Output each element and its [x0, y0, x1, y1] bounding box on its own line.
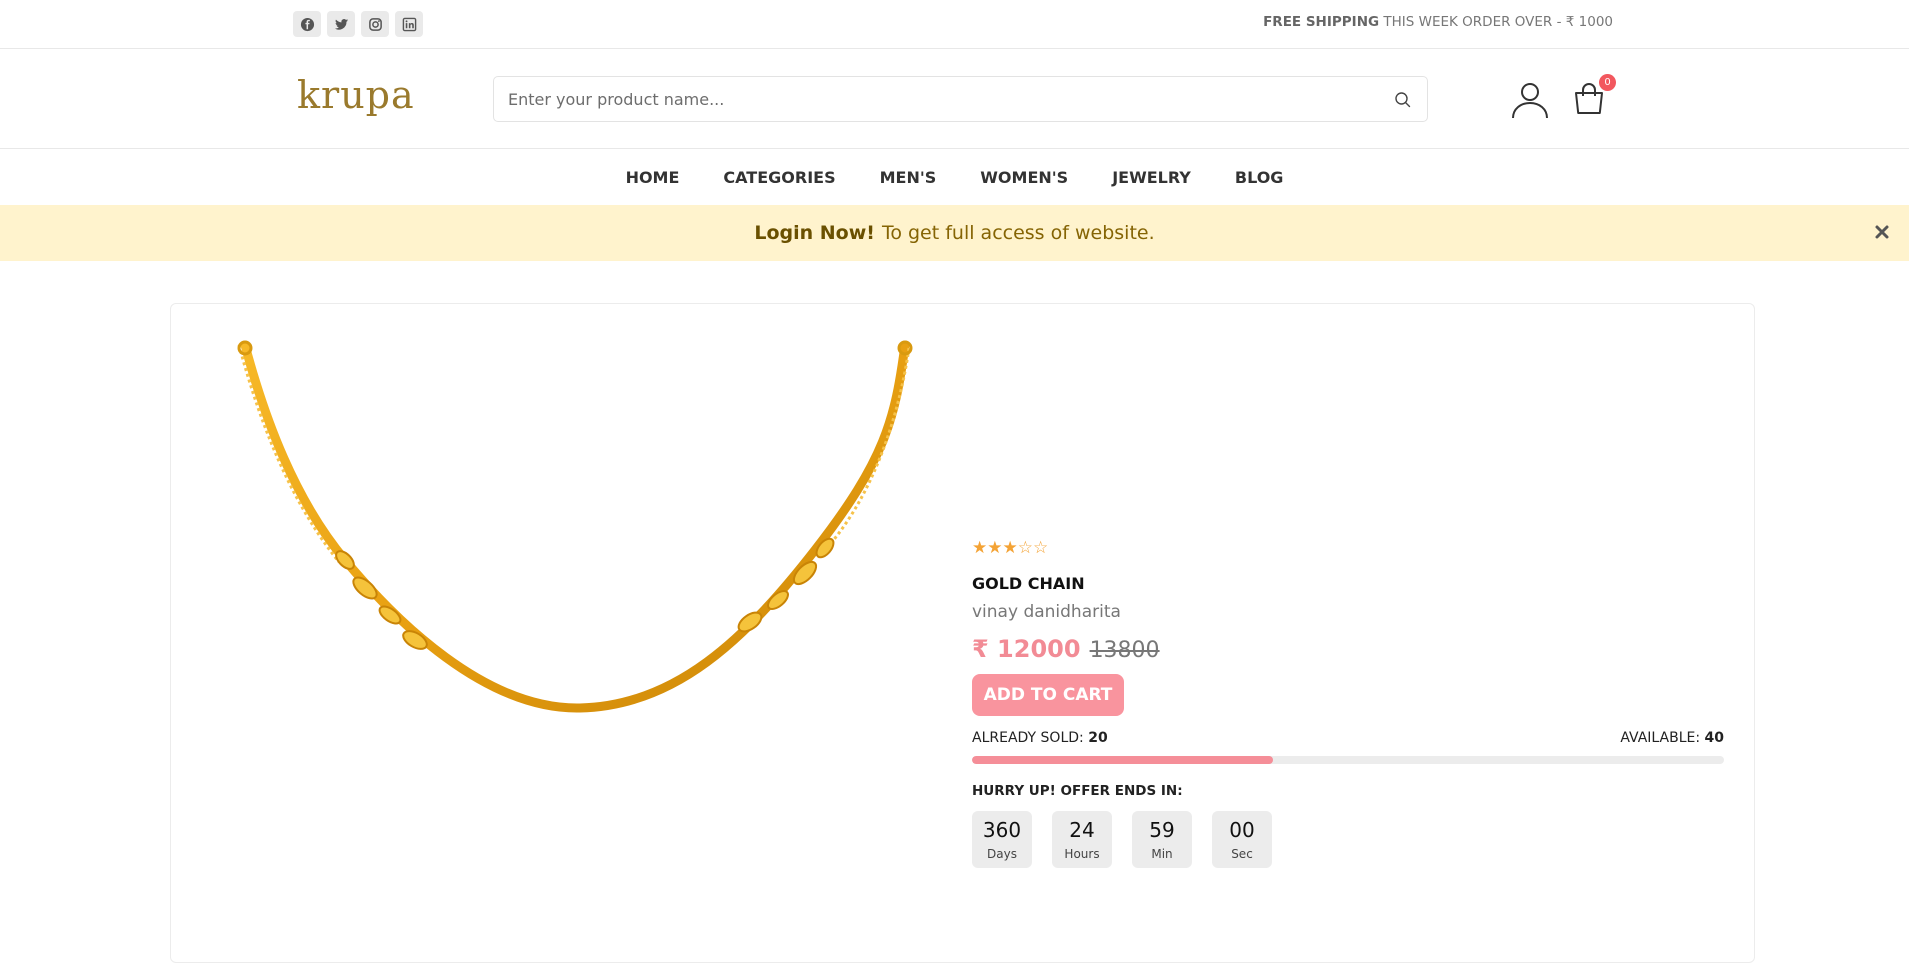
alert-text: To get full access of website.: [881, 222, 1155, 244]
social-links: [293, 11, 423, 37]
available-count: 40: [1704, 730, 1724, 746]
shipping-bold: FREE SHIPPING: [1263, 14, 1380, 30]
timer-sec-label: Sec: [1231, 847, 1253, 861]
facebook-icon[interactable]: [293, 11, 321, 37]
timer-days-value: 360: [982, 818, 1022, 842]
add-to-cart-button[interactable]: ADD TO CART: [972, 674, 1124, 716]
timer-min: 59 Min: [1132, 811, 1192, 868]
logo[interactable]: krupa: [297, 73, 415, 117]
old-price: 13800: [1089, 638, 1160, 663]
nav-item-mens[interactable]: MEN'S: [880, 168, 937, 187]
stock-row: ALREADY SOLD: 20 AVAILABLE: 40: [972, 730, 1724, 746]
linkedin-icon[interactable]: [395, 11, 423, 37]
timer-min-value: 59: [1149, 818, 1175, 842]
product-vendor: vinay danidharita: [972, 602, 1121, 622]
cart-count-badge: 0: [1599, 74, 1616, 91]
price-row: ₹ 12000 13800: [972, 635, 1724, 663]
nav-item-womens[interactable]: WOMEN'S: [980, 168, 1068, 187]
sold-label: ALREADY SOLD:: [972, 730, 1084, 746]
close-icon[interactable]: [1872, 222, 1892, 242]
login-alert: Login Now! To get full access of website…: [0, 205, 1909, 261]
sold-count: 20: [1088, 730, 1108, 746]
offer-heading: HURRY UP! OFFER ENDS IN:: [972, 783, 1183, 799]
user-icon[interactable]: [1510, 79, 1550, 119]
product-image[interactable]: [225, 340, 925, 730]
timer-sec-value: 00: [1229, 818, 1255, 842]
available: AVAILABLE: 40: [1620, 730, 1724, 746]
header: krupa 0: [0, 49, 1909, 149]
stock-progress-fill: [972, 756, 1273, 764]
twitter-icon[interactable]: [327, 11, 355, 37]
available-label: AVAILABLE:: [1620, 730, 1701, 746]
product-info: ★★★☆☆ GOLD CHAIN vinay danidharita ₹ 120…: [972, 538, 1724, 868]
timer-hours-value: 24: [1069, 818, 1095, 842]
search-icon[interactable]: [1393, 90, 1413, 110]
timer-hours: 24 Hours: [1052, 811, 1112, 868]
product-title[interactable]: GOLD CHAIN: [972, 574, 1724, 593]
timer-sec: 00 Sec: [1212, 811, 1272, 868]
search-input[interactable]: [494, 77, 1427, 121]
instagram-icon[interactable]: [361, 11, 389, 37]
timer-min-label: Min: [1151, 847, 1173, 861]
nav-item-categories[interactable]: CATEGORIES: [723, 168, 835, 187]
nav-item-jewelry[interactable]: JEWELRY: [1112, 168, 1191, 187]
timer-days: 360 Days: [972, 811, 1032, 868]
search-box: [493, 76, 1428, 122]
rating-stars: ★★★☆☆: [972, 538, 1049, 558]
top-bar: FREE SHIPPING THIS WEEK ORDER OVER - ₹ 1…: [0, 0, 1909, 49]
stock-progress-bar: [972, 756, 1724, 764]
timer-days-label: Days: [987, 847, 1017, 861]
shipping-notice: FREE SHIPPING THIS WEEK ORDER OVER - ₹ 1…: [1263, 14, 1613, 30]
main-nav: HOME CATEGORIES MEN'S WOMEN'S JEWELRY BL…: [0, 150, 1909, 205]
login-now-link[interactable]: Login Now!: [754, 222, 875, 244]
nav-item-home[interactable]: HOME: [626, 168, 680, 187]
timer-hours-label: Hours: [1064, 847, 1100, 861]
nav-item-blog[interactable]: BLOG: [1235, 168, 1284, 187]
countdown-timer: 360 Days 24 Hours 59 Min 00 Sec: [972, 811, 1724, 868]
shipping-text: THIS WEEK ORDER OVER - ₹ 1000: [1383, 14, 1613, 30]
current-price: ₹ 12000: [972, 635, 1081, 663]
already-sold: ALREADY SOLD: 20: [972, 730, 1108, 746]
